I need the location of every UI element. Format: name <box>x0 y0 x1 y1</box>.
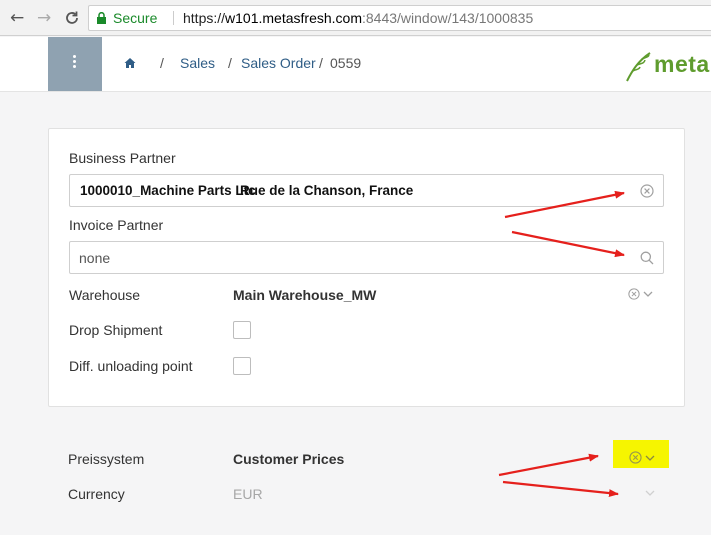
annotation-arrows <box>498 190 625 498</box>
annotation-arrow <box>504 190 625 219</box>
annotation-arrow <box>498 453 599 477</box>
annotation-arrow <box>502 480 619 498</box>
annotation-arrow <box>511 230 625 258</box>
